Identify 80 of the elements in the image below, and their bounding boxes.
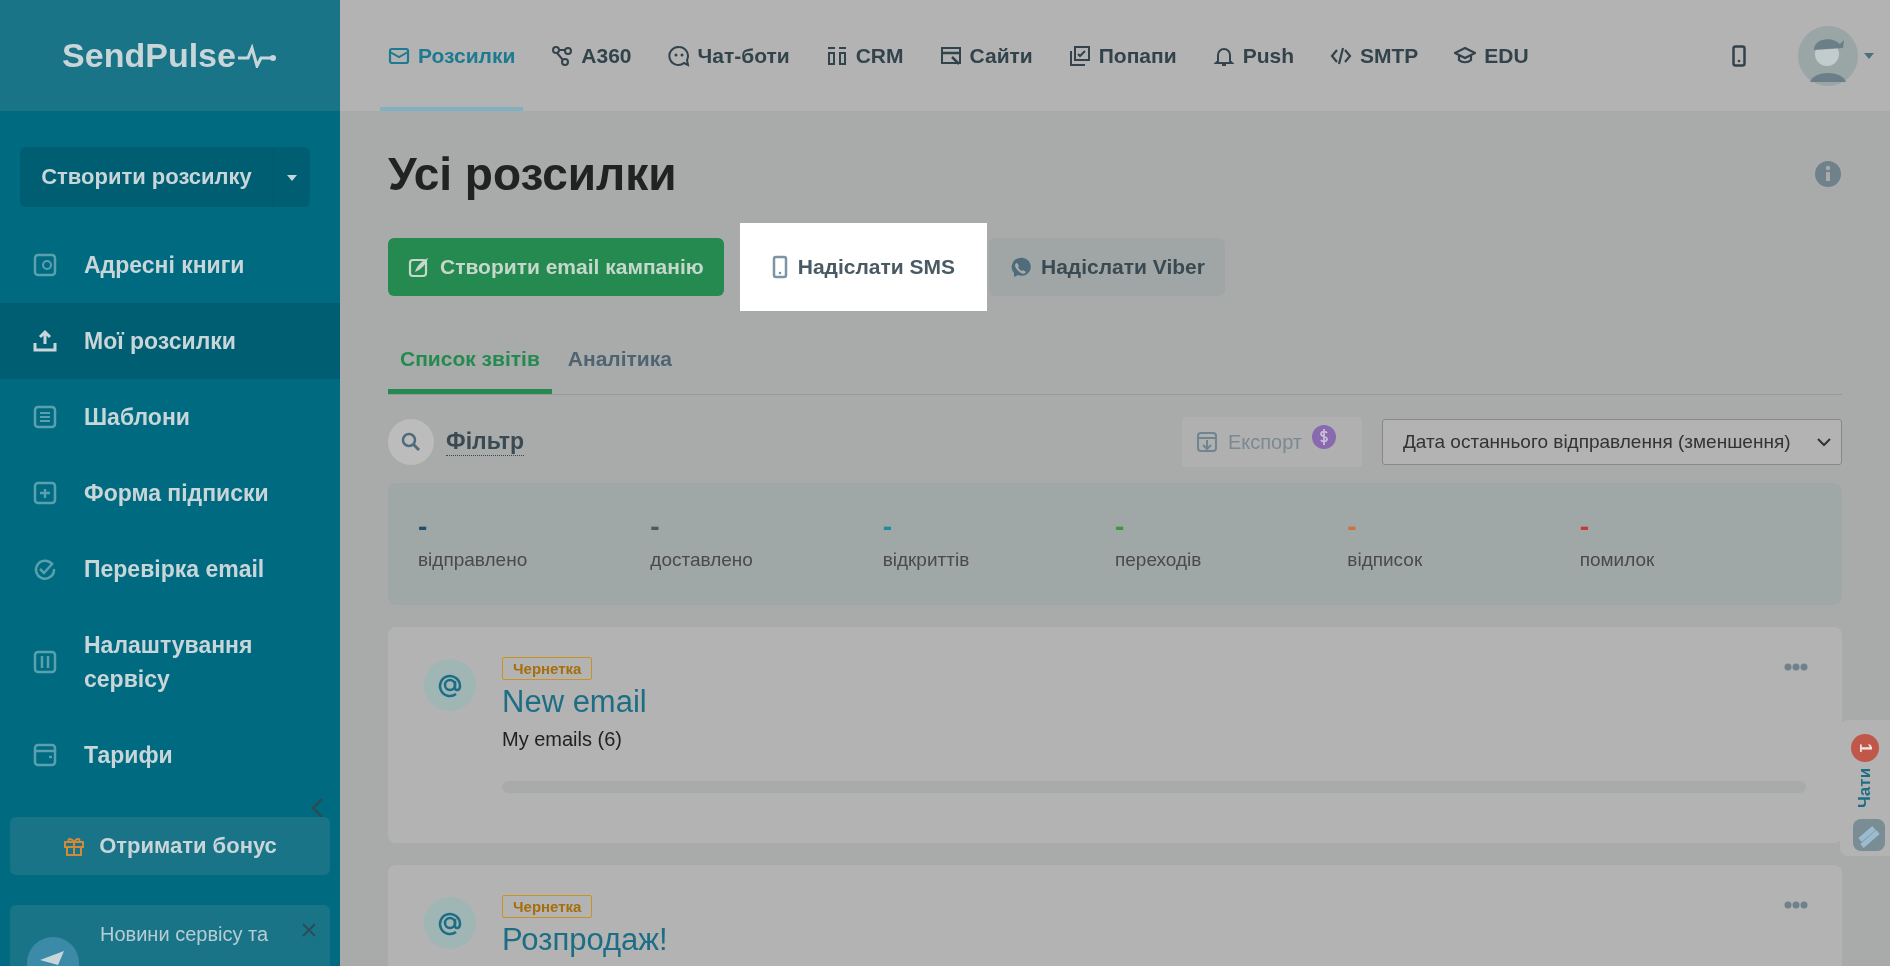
- phone-icon[interactable]: [1732, 44, 1746, 67]
- close-icon[interactable]: [302, 923, 316, 937]
- at-sign-icon: [424, 659, 476, 711]
- campaign-list-name: My emails (6): [502, 728, 622, 751]
- sidebar-item[interactable]: Мої розсилки: [0, 303, 340, 379]
- avatar[interactable]: [1798, 25, 1858, 86]
- chat-icon: [1852, 818, 1886, 852]
- tab[interactable]: Аналітика: [555, 329, 684, 394]
- action-button[interactable]: Створити email кампанію: [388, 238, 724, 296]
- window-icon: [939, 44, 962, 67]
- status-badge: Чернетка: [502, 895, 593, 918]
- search-icon: [401, 432, 421, 452]
- nav-tab[interactable]: Сайти: [931, 0, 1041, 111]
- nav-tab[interactable]: SMTP: [1322, 0, 1427, 111]
- search-button[interactable]: [388, 419, 434, 465]
- sliders-icon: [32, 649, 58, 675]
- sidebar-item[interactable]: Форма підписки: [0, 455, 340, 531]
- status-badge: Чернетка: [502, 657, 593, 680]
- checked-window-icon: [1068, 44, 1091, 67]
- edit-icon: [408, 256, 430, 278]
- stat-value: -: [650, 513, 660, 541]
- form-icon: [32, 480, 58, 506]
- sidebar-item[interactable]: Перевірка email: [0, 531, 340, 607]
- caret-icon[interactable]: [1864, 52, 1874, 59]
- phone-icon: [771, 255, 788, 279]
- more-icon[interactable]: [1784, 663, 1808, 671]
- nav-tab[interactable]: Чат-боти: [659, 0, 798, 111]
- dollar-icon: [1312, 425, 1336, 449]
- nodes-icon: [551, 44, 574, 67]
- nav-tab[interactable]: A360: [543, 0, 640, 111]
- bonus-button[interactable]: Отримати бонус: [10, 817, 330, 875]
- page-title: Усі розсилки: [388, 147, 677, 201]
- check-icon: [32, 556, 58, 582]
- stat-label: відкриттів: [882, 549, 971, 571]
- filter-link[interactable]: Фільтр: [446, 428, 525, 456]
- dropdown-caret-button[interactable]: [274, 147, 310, 207]
- stat-value: -: [1579, 513, 1589, 541]
- sort-select[interactable]: Дата останнього відправлення (зменшення): [1382, 419, 1842, 465]
- stat-label: відписок: [1347, 549, 1424, 571]
- chat-widget[interactable]: 1 Чати: [1840, 720, 1890, 856]
- chat-count-badge: 1: [1851, 734, 1879, 762]
- at-sign-icon: [424, 897, 476, 949]
- info-icon[interactable]: [1814, 160, 1842, 188]
- more-icon[interactable]: [1784, 901, 1808, 909]
- collapse-icon[interactable]: [310, 797, 324, 819]
- nav-tab[interactable]: Розсилки: [380, 0, 524, 111]
- stat-value: -: [418, 513, 428, 541]
- stat-label: відправлено: [418, 549, 529, 571]
- columns-icon: [825, 44, 848, 67]
- nav-tab[interactable]: Попапи: [1060, 0, 1185, 111]
- create-mailing-button[interactable]: Створити розсилку: [20, 147, 274, 207]
- stat-label: переходів: [1115, 549, 1203, 571]
- stat-label: доставлено: [650, 549, 754, 571]
- nav-tab[interactable]: Push: [1204, 0, 1302, 111]
- gift-icon: [63, 835, 86, 857]
- sidebar-item[interactable]: Тарифи: [0, 717, 340, 793]
- caret-icon: [286, 173, 298, 182]
- address-book-icon: [32, 252, 58, 278]
- chat-label: Чати: [1855, 767, 1875, 809]
- phone-bubble-icon: [1009, 256, 1031, 278]
- campaign-title[interactable]: Розпродаж!: [502, 922, 668, 958]
- chat-bubble-icon: [667, 44, 690, 67]
- sidebar-item[interactable]: Налаштування сервісу: [0, 607, 340, 717]
- download-icon: [1195, 431, 1218, 453]
- campaign-title[interactable]: New email: [502, 684, 647, 720]
- nav-tab[interactable]: CRM: [817, 0, 912, 111]
- sidebar-item[interactable]: Адресні книги: [0, 227, 340, 303]
- nav-tab[interactable]: EDU: [1446, 0, 1537, 111]
- stat-value: -: [1347, 513, 1357, 541]
- action-button[interactable]: Надіслати Viber: [989, 238, 1225, 296]
- stat-value: -: [882, 513, 892, 541]
- news-text: Новини сервісу та: [100, 923, 269, 947]
- upload-icon: [32, 328, 58, 354]
- template-icon: [32, 404, 58, 430]
- stat-value: -: [1115, 513, 1125, 541]
- chevron-down-icon: [1817, 437, 1831, 447]
- sidebar-item[interactable]: Шаблони: [0, 379, 340, 455]
- wallet-icon: [32, 742, 58, 768]
- stat-label: помилок: [1579, 549, 1656, 571]
- paper-plane-icon: [26, 936, 80, 966]
